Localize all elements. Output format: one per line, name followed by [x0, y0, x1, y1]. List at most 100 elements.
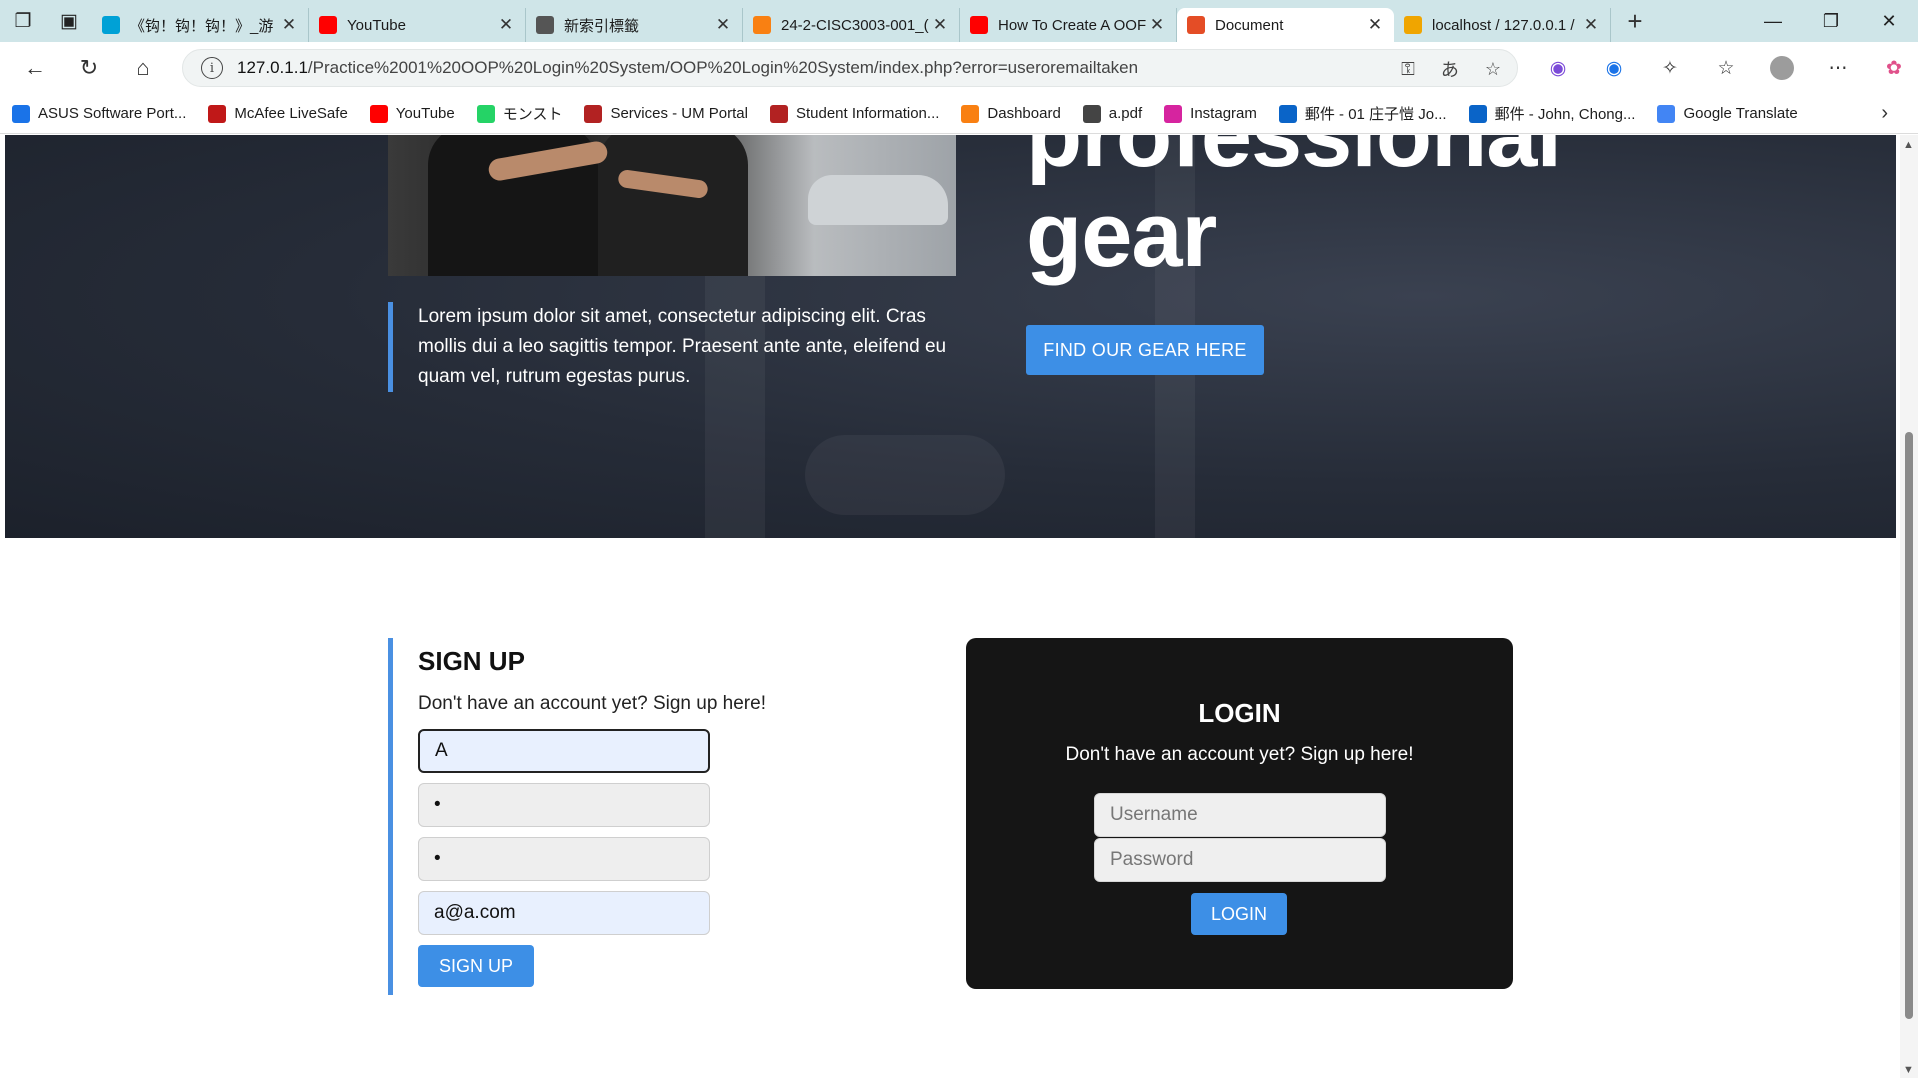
instagram-icon	[1164, 104, 1183, 123]
browser-tab[interactable]: 新索引標籤 ✕	[526, 8, 743, 42]
tab-title: 《钩！钩！钩！》_游	[130, 17, 274, 35]
browser-tab[interactable]: 《钩！钩！钩！》_游 ✕	[92, 8, 309, 42]
whatsapp-icon	[476, 104, 495, 123]
bookmark-item[interactable]: Services - UM Portal	[584, 104, 748, 123]
close-window-icon[interactable]: ✕	[1860, 0, 1918, 42]
refresh-icon[interactable]: ↻	[62, 42, 116, 94]
outlook-icon	[1468, 104, 1487, 123]
workspaces-icon[interactable]: ❐	[0, 0, 46, 42]
tab-title: 新索引標籤	[564, 17, 640, 35]
bookmark-label: 郵件 - 01 庄子愷 Jo...	[1304, 106, 1447, 123]
moodle-icon	[753, 16, 771, 34]
extension-icon[interactable]: ◉	[1530, 57, 1586, 80]
browser-tab[interactable]: YouTube ✕	[309, 8, 526, 42]
tab-title: How To Create A OOF	[998, 16, 1147, 34]
bookmark-item[interactable]: a.pdf	[1082, 104, 1142, 123]
back-icon[interactable]: ←	[8, 42, 62, 94]
find-gear-button[interactable]: FIND OUR GEAR HERE	[1026, 325, 1264, 375]
vertical-tabs-icon[interactable]: ▣	[46, 0, 92, 42]
page-viewport: Lorem ipsum dolor sit amet, consectetur …	[0, 135, 1918, 1078]
browser-tab[interactable]: localhost / 127.0.0.1 / ✕	[1394, 8, 1611, 42]
signup-repeat-password-field[interactable]	[418, 837, 710, 881]
bookmark-item[interactable]: YouTube	[369, 104, 455, 123]
bookmark-label: 郵件 - John, Chong...	[1494, 106, 1636, 123]
close-tab-icon[interactable]: ✕	[714, 15, 732, 35]
browser-tab[interactable]: 24-2-CISC3003-001_(✕	[743, 8, 960, 42]
bookmark-label: Student Information...	[795, 105, 940, 122]
signup-subtext: Don't have an account yet? Sign up here!	[418, 693, 766, 714]
scroll-down-icon[interactable]: ▼	[1903, 1064, 1914, 1076]
bookmark-item[interactable]: McAfee LiveSafe	[208, 104, 348, 123]
restore-icon[interactable]: ❐	[1802, 0, 1860, 42]
hero-quote: Lorem ipsum dolor sit amet, consectetur …	[388, 302, 948, 392]
mcafee-icon	[208, 104, 227, 123]
close-tab-icon[interactable]: ✕	[1148, 15, 1166, 35]
bookmark-item[interactable]: 郵件 - 01 庄子愷 Jo...	[1278, 103, 1447, 124]
bookmark-label: YouTube	[395, 105, 455, 122]
favorites-icon[interactable]: ☆	[1698, 57, 1754, 80]
globe-icon	[1082, 104, 1101, 123]
bookmark-item[interactable]: ASUS Software Port...	[12, 104, 187, 123]
bookmark-label: ASUS Software Port...	[38, 105, 187, 122]
close-tab-icon[interactable]: ✕	[280, 15, 298, 35]
close-tab-icon[interactable]: ✕	[931, 15, 949, 35]
tab-title: YouTube	[347, 16, 406, 34]
bookmark-label: Dashboard	[987, 105, 1061, 122]
login-subtext: Don't have an account yet? Sign up here!	[1065, 744, 1414, 765]
address-bar-row: ← ↻ ⌂ i 127.0.1.1/Practice%2001%20OOP%20…	[0, 42, 1918, 94]
new-tab-button[interactable]: +	[1615, 6, 1655, 37]
home-icon[interactable]: ⌂	[116, 42, 170, 94]
login-password-field[interactable]	[1094, 838, 1386, 882]
extension-2-icon[interactable]: ◉	[1586, 57, 1642, 80]
scrollbar-thumb[interactable]	[1905, 432, 1913, 1019]
phpmyadmin-icon	[1404, 16, 1422, 34]
youtube-icon	[319, 16, 337, 34]
tab-strip: ❐ ▣ 《钩！钩！钩！》_游 ✕ YouTube ✕ 新索引標籤 ✕ 24-2-CISC30…	[0, 0, 1918, 42]
html-icon	[1187, 16, 1205, 34]
login-button[interactable]: LOGIN	[1191, 893, 1287, 935]
moodle-icon	[961, 104, 980, 123]
bookmark-item[interactable]: モンスト	[476, 103, 562, 124]
url-input[interactable]: i 127.0.1.1/Practice%2001%20OOP%20Login%…	[182, 49, 1518, 87]
bookmark-item[interactable]: Student Information...	[769, 104, 940, 123]
password-key-icon[interactable]: ⚿	[1401, 59, 1415, 80]
bookmark-label: Instagram	[1190, 105, 1257, 122]
signup-section: SIGN UP Don't have an account yet? Sign …	[388, 638, 788, 995]
bookmark-item[interactable]: Instagram	[1164, 104, 1257, 123]
bookmarks-bar: ASUS Software Port... McAfee LiveSafe YouT…	[0, 94, 1918, 134]
outlook-icon	[1278, 104, 1297, 123]
login-heading: LOGIN	[1198, 698, 1281, 728]
site-info-icon[interactable]: i	[201, 57, 223, 79]
minimize-icon[interactable]: —	[1744, 0, 1802, 42]
login-username-field[interactable]	[1094, 793, 1386, 837]
translate-icon	[1657, 104, 1676, 123]
copilot-icon[interactable]: ✿	[1866, 57, 1918, 80]
um-icon	[769, 104, 788, 123]
close-tab-icon[interactable]: ✕	[1582, 15, 1600, 35]
hero-section: Lorem ipsum dolor sit amet, consectetur …	[5, 135, 1896, 538]
extensions-puzzle-icon[interactable]: ✧	[1642, 57, 1698, 80]
close-tab-icon[interactable]: ✕	[1366, 15, 1384, 35]
translate-icon[interactable]: あ	[1441, 56, 1459, 82]
close-tab-icon[interactable]: ✕	[497, 15, 515, 35]
browser-tab[interactable]: Document ✕	[1177, 8, 1394, 42]
favorite-star-icon[interactable]: ☆	[1485, 59, 1501, 80]
page-scrollbar[interactable]: ▲ ▼	[1900, 135, 1918, 1078]
bookmark-item[interactable]: Google Translate	[1657, 104, 1798, 123]
bilibili-icon	[102, 16, 120, 34]
bookmarks-overflow-icon[interactable]: ›	[1881, 102, 1888, 125]
browser-tab[interactable]: How To Create A OOF ✕	[960, 8, 1177, 42]
signup-button[interactable]: SIGN UP	[418, 945, 534, 987]
more-menu-icon[interactable]: ⋯	[1810, 57, 1866, 80]
tab-title: 24-2-CISC3003-001_(	[781, 16, 929, 34]
bookmark-item[interactable]: 郵件 - John, Chong...	[1468, 103, 1636, 124]
profile-avatar[interactable]	[1770, 56, 1794, 80]
bookmark-item[interactable]: Dashboard	[961, 104, 1061, 123]
tab-title: localhost / 127.0.0.1 /	[1432, 16, 1575, 34]
signup-username-field[interactable]	[418, 729, 710, 773]
signup-email-field[interactable]	[418, 891, 710, 935]
bookmark-label: Google Translate	[1683, 105, 1798, 122]
signup-password-field[interactable]	[418, 783, 710, 827]
scroll-up-icon[interactable]: ▲	[1903, 139, 1914, 151]
newtab-icon	[536, 16, 554, 34]
